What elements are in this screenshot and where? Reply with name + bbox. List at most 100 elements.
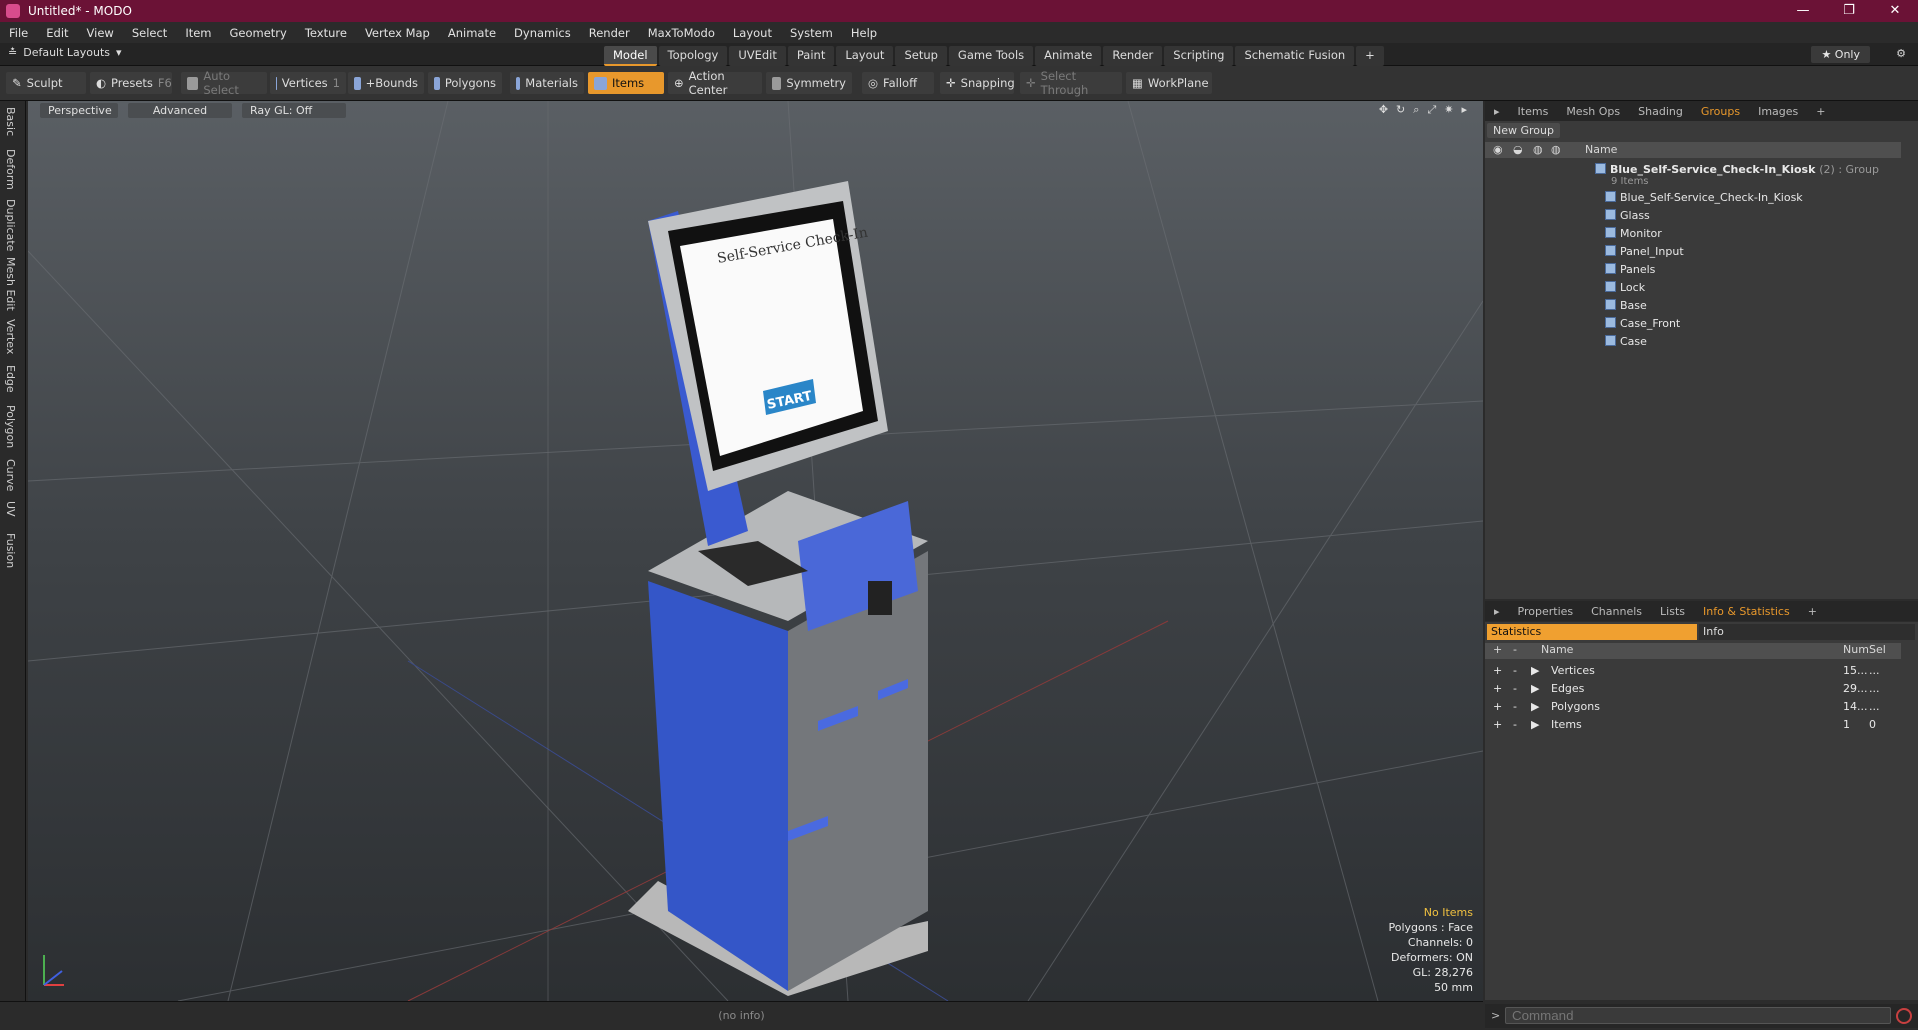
tab-shading[interactable]: Shading xyxy=(1629,105,1692,118)
tab-fusion[interactable]: Fusion xyxy=(4,533,17,568)
gear-icon[interactable]: ⚙ xyxy=(1896,47,1906,60)
expand-all-icon[interactable]: + xyxy=(1493,643,1502,656)
menu-edit[interactable]: Edit xyxy=(37,26,77,40)
tab-uv[interactable]: UV xyxy=(4,501,17,517)
presets-button[interactable]: ◐ Presets F6 xyxy=(90,72,172,94)
tab-polygon[interactable]: Polygon xyxy=(4,405,17,448)
menu-maxtomodo[interactable]: MaxToModo xyxy=(639,26,724,40)
tab-schematic-fusion[interactable]: Schematic Fusion xyxy=(1235,46,1355,66)
tab-items[interactable]: Items xyxy=(1509,105,1558,118)
list-item[interactable]: Monitor xyxy=(1485,225,1901,243)
table-row[interactable]: + - ▶ Edges 29... ... xyxy=(1485,680,1901,698)
menu-animate[interactable]: Animate xyxy=(439,26,505,40)
tab-basic[interactable]: Basic xyxy=(4,107,17,136)
tab-model[interactable]: Model xyxy=(604,46,657,66)
tab-groups[interactable]: Groups xyxy=(1692,105,1749,118)
falloff-button[interactable]: ◎ Falloff xyxy=(862,72,934,94)
tab-deform[interactable]: Deform xyxy=(4,149,17,190)
bounds-button[interactable]: +Bounds xyxy=(348,72,424,94)
expand-icon[interactable]: + xyxy=(1493,680,1502,698)
table-row[interactable]: + - ▶ Items 1 0 xyxy=(1485,716,1901,734)
minimize-button[interactable]: — xyxy=(1780,0,1826,22)
kiosk-model[interactable]: Self-Service Check-In START xyxy=(588,151,1008,1001)
menu-vertex-map[interactable]: Vertex Map xyxy=(356,26,439,40)
select-icon[interactable]: ◍ xyxy=(1551,143,1561,156)
action-center-button[interactable]: ⊕ Action Center xyxy=(668,69,762,97)
menu-select[interactable]: Select xyxy=(123,26,176,40)
tab-info-statistics[interactable]: Info & Statistics xyxy=(1694,605,1799,618)
menu-texture[interactable]: Texture xyxy=(296,26,356,40)
list-item[interactable]: Panel_Input xyxy=(1485,243,1901,261)
tab-topology[interactable]: Topology xyxy=(658,46,728,66)
tab-uvedit[interactable]: UVEdit xyxy=(729,46,786,66)
auto-select-button[interactable]: Auto Select xyxy=(181,69,267,97)
menu-render[interactable]: Render xyxy=(580,26,639,40)
close-button[interactable]: ✕ xyxy=(1872,0,1918,22)
maximize-button[interactable]: ❐ xyxy=(1826,0,1872,22)
list-item[interactable]: Case_Front xyxy=(1485,315,1901,333)
settings-icon[interactable]: ✷ xyxy=(1444,103,1453,117)
raygl-button[interactable]: Ray GL: Off xyxy=(242,103,346,118)
record-icon[interactable] xyxy=(1896,1008,1912,1024)
add-tab-button[interactable]: + xyxy=(1799,605,1826,618)
new-group-button[interactable]: New Group xyxy=(1487,123,1560,138)
command-input[interactable] xyxy=(1505,1007,1891,1024)
polygons-button[interactable]: Polygons xyxy=(428,72,502,94)
menu-dynamics[interactable]: Dynamics xyxy=(505,26,580,40)
tab-game-tools[interactable]: Game Tools xyxy=(948,46,1034,66)
menu-layout[interactable]: Layout xyxy=(724,26,781,40)
expand-icon[interactable]: + xyxy=(1493,662,1502,680)
list-item[interactable]: Case xyxy=(1485,333,1901,351)
view-mode-button[interactable]: Perspective xyxy=(40,103,118,118)
3d-viewport[interactable]: Self-Service Check-In START Perspective … xyxy=(28,101,1483,1001)
menu-item[interactable]: Item xyxy=(176,26,220,40)
table-row[interactable]: + - ▶ Polygons 14... ... xyxy=(1485,698,1901,716)
menu-help[interactable]: Help xyxy=(842,26,886,40)
tab-edge[interactable]: Edge xyxy=(4,365,17,393)
fit-icon[interactable]: ⤢ xyxy=(1427,103,1436,117)
add-tab-button[interactable]: + xyxy=(1356,46,1384,66)
list-item[interactable]: Base xyxy=(1485,297,1901,315)
select-through-button[interactable]: ✛ Select Through xyxy=(1020,69,1122,97)
table-row[interactable]: + - ▶ Vertices 15... ... xyxy=(1485,662,1901,680)
expand-arrow-icon[interactable]: ▸ xyxy=(1461,103,1467,117)
tab-scripting[interactable]: Scripting xyxy=(1164,46,1234,66)
statistics-tab[interactable]: Statistics xyxy=(1487,624,1697,640)
workplane-button[interactable]: ▦ WorkPlane xyxy=(1126,72,1212,94)
add-tab-button[interactable]: + xyxy=(1807,105,1834,118)
tab-curve[interactable]: Curve xyxy=(4,459,17,491)
tab-paint[interactable]: Paint xyxy=(787,46,835,66)
list-item[interactable]: Lock xyxy=(1485,279,1901,297)
tab-properties[interactable]: Properties xyxy=(1509,605,1583,618)
menu-view[interactable]: View xyxy=(78,26,123,40)
snapping-button[interactable]: ✛ Snapping xyxy=(940,72,1015,94)
rotate-icon[interactable]: ↻ xyxy=(1396,103,1405,117)
list-item[interactable]: Glass xyxy=(1485,207,1901,225)
tab-mesh-ops[interactable]: Mesh Ops xyxy=(1557,105,1629,118)
eye-icon[interactable]: ◉ xyxy=(1493,143,1503,156)
tab-render[interactable]: Render xyxy=(1103,46,1163,66)
only-toggle[interactable]: ★ Only xyxy=(1811,46,1870,63)
tab-images[interactable]: Images xyxy=(1749,105,1807,118)
sculpt-button[interactable]: ✎ Sculpt xyxy=(6,72,86,94)
symmetry-button[interactable]: Symmetry xyxy=(766,72,852,94)
menu-file[interactable]: File xyxy=(0,26,37,40)
tab-channels[interactable]: Channels xyxy=(1582,605,1651,618)
tab-vertex[interactable]: Vertex xyxy=(4,319,17,354)
tab-layout[interactable]: Layout xyxy=(836,46,894,66)
list-item[interactable]: Panels xyxy=(1485,261,1901,279)
menu-geometry[interactable]: Geometry xyxy=(221,26,296,40)
collapse-all-icon[interactable]: - xyxy=(1513,643,1517,656)
expand-icon[interactable]: + xyxy=(1493,698,1502,716)
vertices-button[interactable]: Vertices 1 xyxy=(270,72,346,94)
shading-mode-button[interactable]: Advanced xyxy=(128,103,232,118)
tab-mesh-edit[interactable]: Mesh Edit xyxy=(4,257,17,311)
render-icon[interactable]: ◒ xyxy=(1513,143,1523,156)
menu-system[interactable]: System xyxy=(781,26,842,40)
list-item[interactable]: Blue_Self-Service_Check-In_Kiosk xyxy=(1485,189,1901,207)
tab-animate[interactable]: Animate xyxy=(1035,46,1102,66)
items-button[interactable]: Items xyxy=(588,72,664,94)
tab-setup[interactable]: Setup xyxy=(895,46,947,66)
zoom-icon[interactable]: ⌕ xyxy=(1413,103,1419,117)
layouts-dropdown[interactable]: ≛ Default Layouts ▾ xyxy=(8,46,122,59)
